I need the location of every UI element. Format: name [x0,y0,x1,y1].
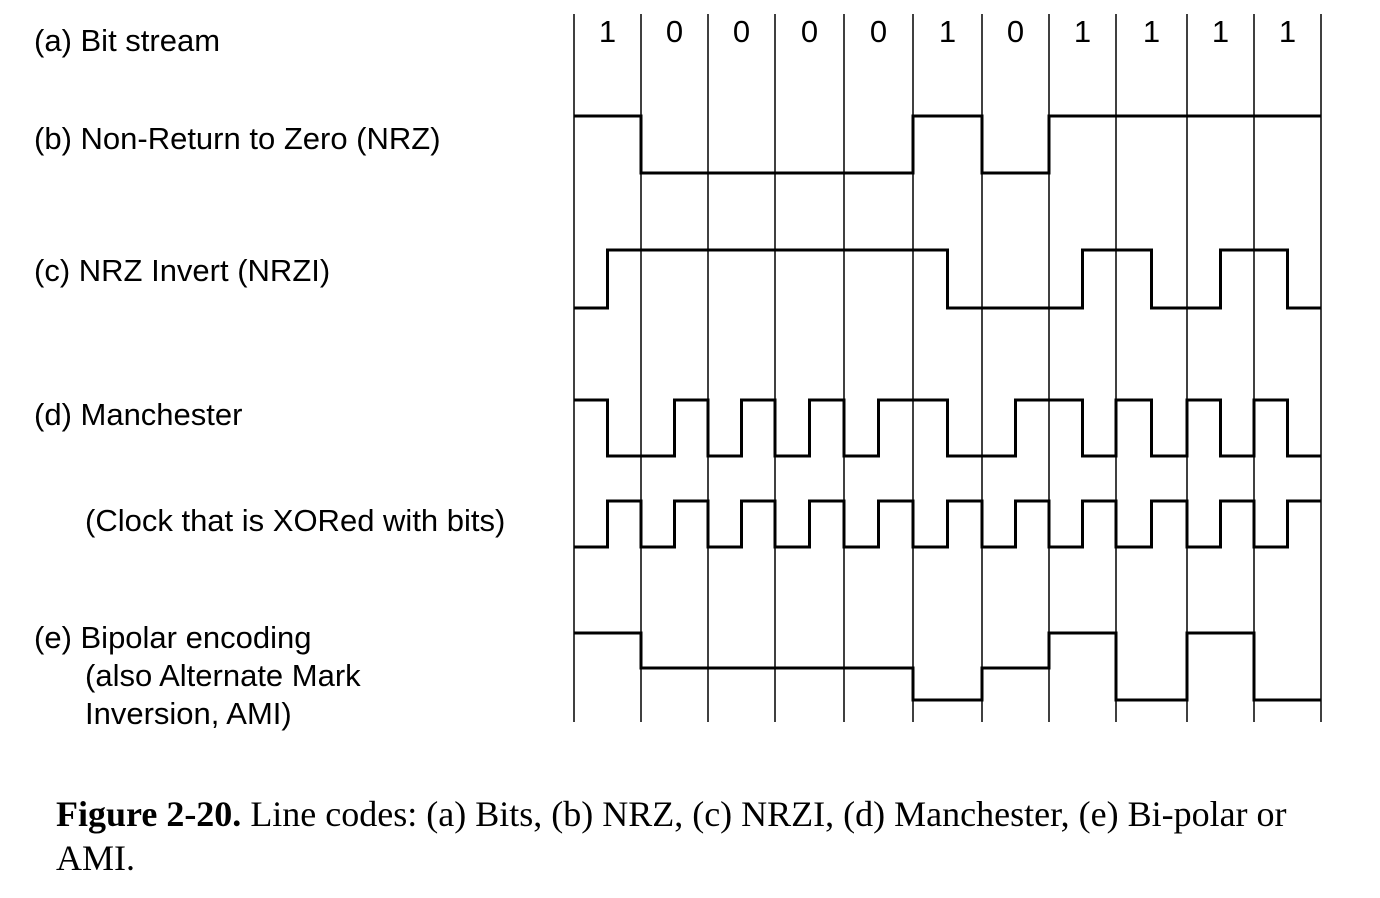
label-nrzi: (c) NRZ Invert (NRZI) [34,253,331,288]
caption-figure-number: Figure 2-20. [56,794,242,834]
nrz-waveform [574,114,1321,175]
bipolar-ami-waveform [574,631,1321,702]
nrzi-waveform [574,248,1321,310]
label-clock: (Clock that is XORed with bits) [85,503,506,538]
bit-value: 1 [1142,14,1161,49]
caption-text: Line codes: (a) Bits, (b) NRZ, (c) NRZI,… [56,794,1287,878]
bit-value: 1 [1073,14,1092,49]
label-nrz: (b) Non-Return to Zero (NRZ) [34,121,441,156]
bit-value: 1 [1211,14,1230,49]
bit-value: 0 [1006,14,1025,49]
bit-value: 0 [665,14,684,49]
label-manchester: (d) Manchester [34,397,243,432]
label-bipolar-inversion: Inversion, AMI) [85,696,292,731]
label-bit-stream: (a) Bit stream [34,23,221,58]
bit-boundary-lines [573,14,1322,722]
bit-value: 1 [1278,14,1297,49]
label-bipolar: (e) Bipolar encoding [34,620,312,655]
bit-value: 0 [732,14,751,49]
clock-waveform [574,499,1321,549]
manchester-waveform [574,398,1321,458]
figure-caption: Figure 2-20. Line codes: (a) Bits, (b) N… [56,792,1306,880]
bit-value: 0 [800,14,819,49]
bit-value: 0 [869,14,888,49]
line-codes-figure: 1 0 0 0 0 1 0 1 1 1 1 (a) Bit stream (b) Non-Retur… [0,0,1380,898]
bit-value: 1 [598,14,617,49]
bit-value: 1 [938,14,957,49]
label-bipolar-aka: (also Alternate Mark [85,658,361,693]
